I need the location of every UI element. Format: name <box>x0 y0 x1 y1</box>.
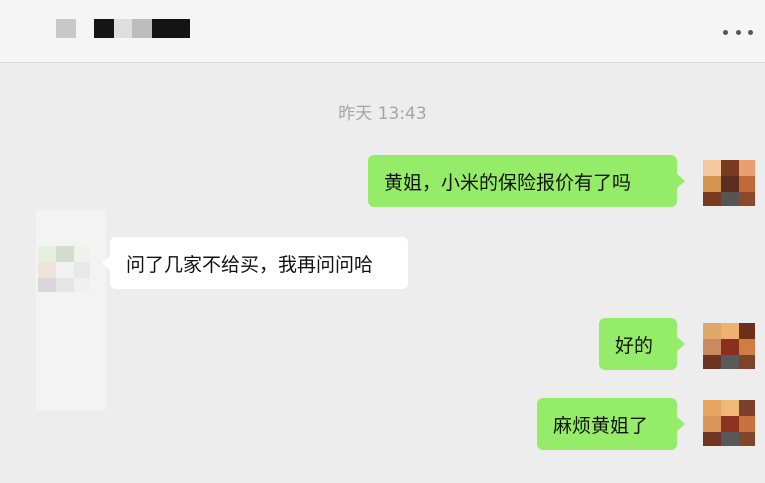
chat-header <box>0 0 765 63</box>
more-icon[interactable] <box>723 22 753 42</box>
message-text: 好的 <box>615 334 654 357</box>
contact-avatar-blur <box>36 210 106 410</box>
message-text: 麻烦黄姐了 <box>553 414 649 437</box>
my-avatar[interactable] <box>703 400 755 446</box>
message-text: 问了几家不给买，我再问问哈 <box>126 253 374 276</box>
my-avatar[interactable] <box>703 160 755 206</box>
contact-avatar[interactable] <box>38 246 90 292</box>
received-message-bubble[interactable]: 问了几家不给买，我再问问哈 <box>102 237 408 289</box>
my-avatar[interactable] <box>703 323 755 369</box>
sent-message-bubble[interactable]: 好的 <box>599 318 685 370</box>
message-text: 黄姐，小米的保险报价有了吗 <box>384 171 632 194</box>
sent-message-bubble[interactable]: 黄姐，小米的保险报价有了吗 <box>368 155 685 207</box>
message-timestamp: 昨天 13:43 <box>338 104 427 124</box>
sent-message-bubble[interactable]: 麻烦黄姐了 <box>537 398 685 450</box>
